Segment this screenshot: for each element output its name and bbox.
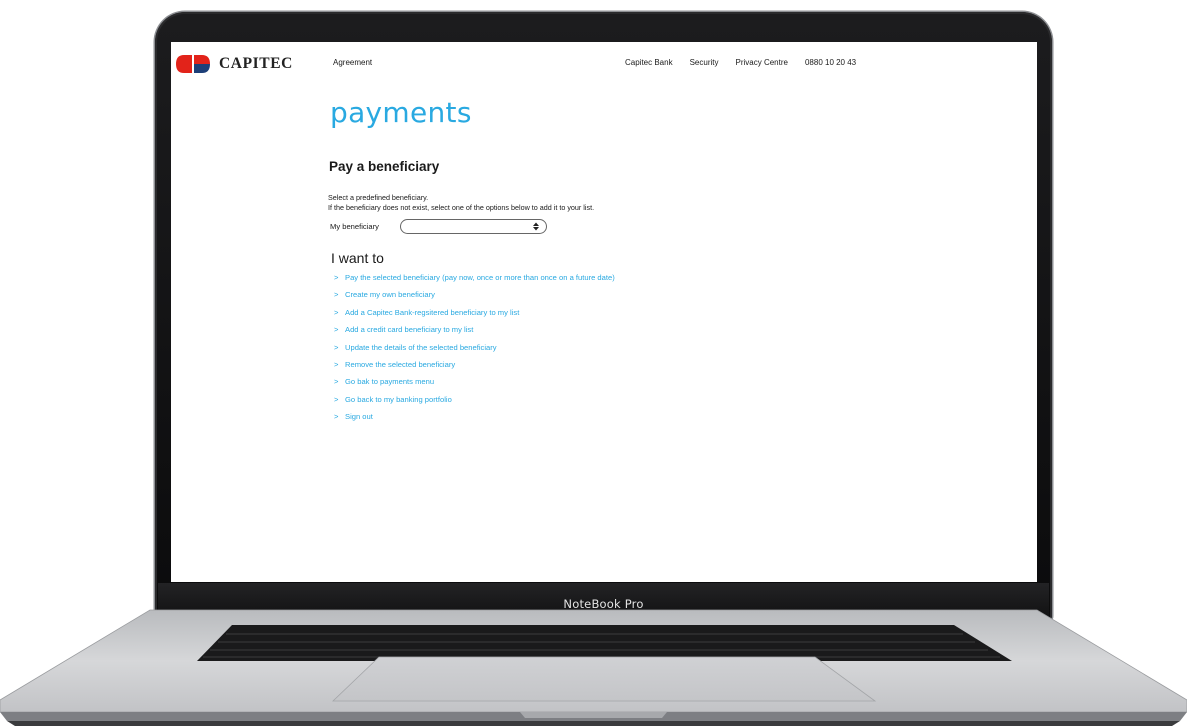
action-payments-menu[interactable]: > Go bak to payments menu	[334, 377, 615, 394]
action-update-beneficiary[interactable]: > Update the details of the selected bene…	[334, 343, 615, 360]
chevron-right-icon: >	[334, 307, 339, 317]
capitec-logo[interactable]: CAPITEC	[175, 54, 293, 74]
action-pay-selected[interactable]: > Pay the selected beneficiary (pay now, …	[334, 273, 615, 290]
i-want-to-heading: I want to	[331, 250, 384, 266]
action-banking-portfolio[interactable]: > Go back to my banking portfolio	[334, 395, 615, 412]
action-list: > Pay the selected beneficiary (pay now, …	[334, 273, 615, 430]
select-updown-icon	[533, 222, 539, 231]
action-sign-out[interactable]: > Sign out	[334, 412, 615, 429]
top-nav: Capitec Bank Security Privacy Centre 088…	[625, 58, 856, 67]
action-add-capitec-beneficiary[interactable]: > Add a Capitec Bank-regsitered beneficia…	[334, 308, 615, 325]
chevron-right-icon: >	[334, 377, 339, 387]
nav-agreement[interactable]: Agreement	[333, 58, 372, 67]
nav-capitec-bank[interactable]: Capitec Bank	[625, 58, 673, 67]
action-add-credit-card-beneficiary[interactable]: > Add a credit card beneficiary to my lis…	[334, 325, 615, 342]
action-remove-beneficiary[interactable]: > Remove the selected beneficiary	[334, 360, 615, 377]
nav-privacy-centre[interactable]: Privacy Centre	[736, 58, 788, 67]
intro-line-2: If the beneficiary does not exist, selec…	[328, 202, 595, 212]
logo-wordmark: CAPITEC	[219, 55, 293, 72]
browser-screen: CAPITEC Agreement Capitec Bank Security …	[171, 42, 1037, 582]
chevron-right-icon: >	[334, 342, 339, 352]
chevron-right-icon: >	[334, 290, 339, 300]
page-title: payments	[330, 96, 472, 129]
intro-line-1: Select a predefined beneficiary.	[328, 193, 429, 202]
intro-text: Select a predefined beneficiary. If the …	[328, 193, 594, 212]
chevron-right-icon: >	[334, 359, 339, 369]
nav-phone-number[interactable]: 0880 10 20 43	[805, 58, 856, 67]
beneficiary-select[interactable]	[400, 219, 547, 234]
chevron-right-icon: >	[334, 325, 339, 335]
laptop-base	[0, 609, 1187, 726]
chevron-right-icon: >	[334, 412, 339, 422]
section-title: Pay a beneficiary	[329, 159, 440, 174]
nav-security[interactable]: Security	[690, 58, 719, 67]
chevron-right-icon: >	[334, 394, 339, 404]
action-create-beneficiary[interactable]: > Create my own beneficiary	[334, 290, 615, 307]
capitec-logo-icon	[176, 55, 210, 73]
beneficiary-label: My beneficiary	[330, 222, 379, 231]
chevron-right-icon: >	[334, 273, 339, 282]
